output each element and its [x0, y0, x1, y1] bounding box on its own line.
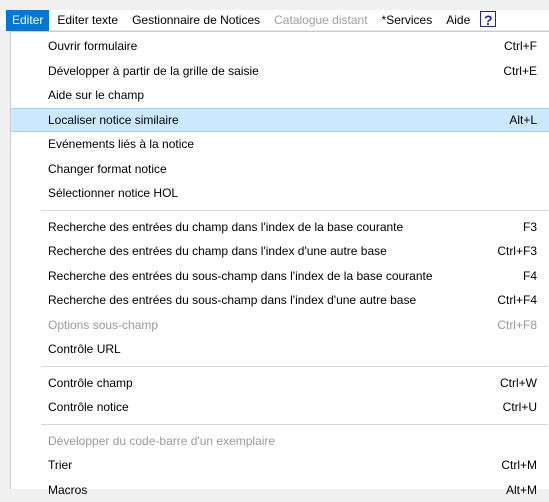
menu-item-label: Recherche des entrées du sous-champ dans… [48, 288, 416, 313]
menu-separator [41, 210, 548, 211]
menubar-item-catalogue-distant[interactable]: Catalogue distant [268, 10, 373, 31]
menu-item-trier[interactable]: Trier Ctrl+M [11, 453, 549, 478]
menu-item-shortcut: Alt+L [509, 109, 537, 132]
menu-item-label: Développer du code-barre d'un exemplaire [48, 429, 275, 454]
menu-item-shortcut: Ctrl+U [503, 395, 537, 420]
menu-item-label: Trier [48, 453, 72, 478]
menu-bar: Editer Editer texte Gestionnaire de Noti… [0, 10, 549, 31]
menu-item-recherche-sous-champ-base-courante[interactable]: Recherche des entrées du sous-champ dans… [11, 264, 549, 289]
menu-item-controle-notice[interactable]: Contrôle notice Ctrl+U [11, 395, 549, 420]
menu-item-options-sous-champ[interactable]: Options sous-champ Ctrl+F8 [11, 313, 549, 338]
menu-item-aide-champ[interactable]: Aide sur le champ [11, 83, 549, 108]
menu-item-label: Contrôle notice [48, 395, 129, 420]
background-edge [0, 31, 10, 489]
menu-item-label: Changer format notice [48, 157, 167, 182]
menubar-item-gestionnaire-notices[interactable]: Gestionnaire de Notices [126, 10, 266, 31]
menubar-item-services[interactable]: *Services [376, 10, 439, 31]
menu-item-localiser-notice-similaire[interactable]: Localiser notice similaire Alt+L [11, 108, 549, 133]
menu-item-recherche-sous-champ-autre-base[interactable]: Recherche des entrées du sous-champ dans… [11, 288, 549, 313]
menu-item-controle-url[interactable]: Contrôle URL [11, 337, 549, 362]
menu-item-macros[interactable]: Macros Alt+M [11, 478, 549, 502]
menu-item-selectionner-hol[interactable]: Sélectionner notice HOL [11, 181, 549, 206]
menubar-item-aide[interactable]: Aide [440, 10, 476, 31]
menu-item-changer-format[interactable]: Changer format notice [11, 157, 549, 182]
editer-dropdown-menu: Ouvrir formulaire Ctrl+F Développer à pa… [10, 31, 549, 489]
menu-item-label: Recherche des entrées du champ dans l'in… [48, 239, 387, 264]
menu-item-recherche-champ-base-courante[interactable]: Recherche des entrées du champ dans l'in… [11, 215, 549, 240]
menu-item-label: Contrôle champ [48, 371, 133, 396]
menu-item-shortcut: Ctrl+E [503, 59, 537, 84]
menu-item-developper-grille[interactable]: Développer à partir de la grille de sais… [11, 59, 549, 84]
menu-item-label: Aide sur le champ [48, 83, 144, 108]
menubar-item-editer[interactable]: Editer [6, 10, 49, 31]
menu-item-shortcut: Ctrl+F4 [497, 288, 537, 313]
menu-item-shortcut: Ctrl+M [501, 453, 537, 478]
menu-item-label: Options sous-champ [48, 313, 158, 338]
menu-separator [41, 366, 548, 367]
menu-item-recherche-champ-autre-base[interactable]: Recherche des entrées du champ dans l'in… [11, 239, 549, 264]
menu-item-ouvrir-formulaire[interactable]: Ouvrir formulaire Ctrl+F [11, 34, 549, 59]
menu-item-controle-champ[interactable]: Contrôle champ Ctrl+W [11, 371, 549, 396]
menubar-item-editer-texte[interactable]: Editer texte [51, 10, 124, 31]
menu-item-label: Localiser notice similaire [48, 109, 179, 132]
menu-item-label: Recherche des entrées du sous-champ dans… [48, 264, 433, 289]
menu-item-label: Macros [48, 478, 87, 502]
menu-item-label: Recherche des entrées du champ dans l'in… [48, 215, 403, 240]
menu-item-shortcut: Alt+M [506, 478, 537, 502]
help-icon[interactable]: ? [480, 11, 496, 27]
menu-item-shortcut: Ctrl+F [504, 34, 537, 59]
menu-item-label: Développer à partir de la grille de sais… [48, 59, 259, 84]
menu-item-evenements-lies[interactable]: Evénements liés à la notice [11, 132, 549, 157]
menu-item-label: Evénements liés à la notice [48, 132, 194, 157]
menu-item-shortcut: F3 [523, 215, 537, 240]
menu-item-label: Ouvrir formulaire [48, 34, 137, 59]
menu-separator [41, 424, 548, 425]
menu-item-shortcut: Ctrl+F8 [497, 313, 537, 338]
menu-item-shortcut: Ctrl+F3 [497, 239, 537, 264]
menu-item-label: Contrôle URL [48, 337, 121, 362]
menu-item-shortcut: F4 [523, 264, 537, 289]
menu-item-label: Sélectionner notice HOL [48, 181, 178, 206]
menu-item-developper-code-barre[interactable]: Développer du code-barre d'un exemplaire [11, 429, 549, 454]
menu-item-shortcut: Ctrl+W [500, 371, 537, 396]
